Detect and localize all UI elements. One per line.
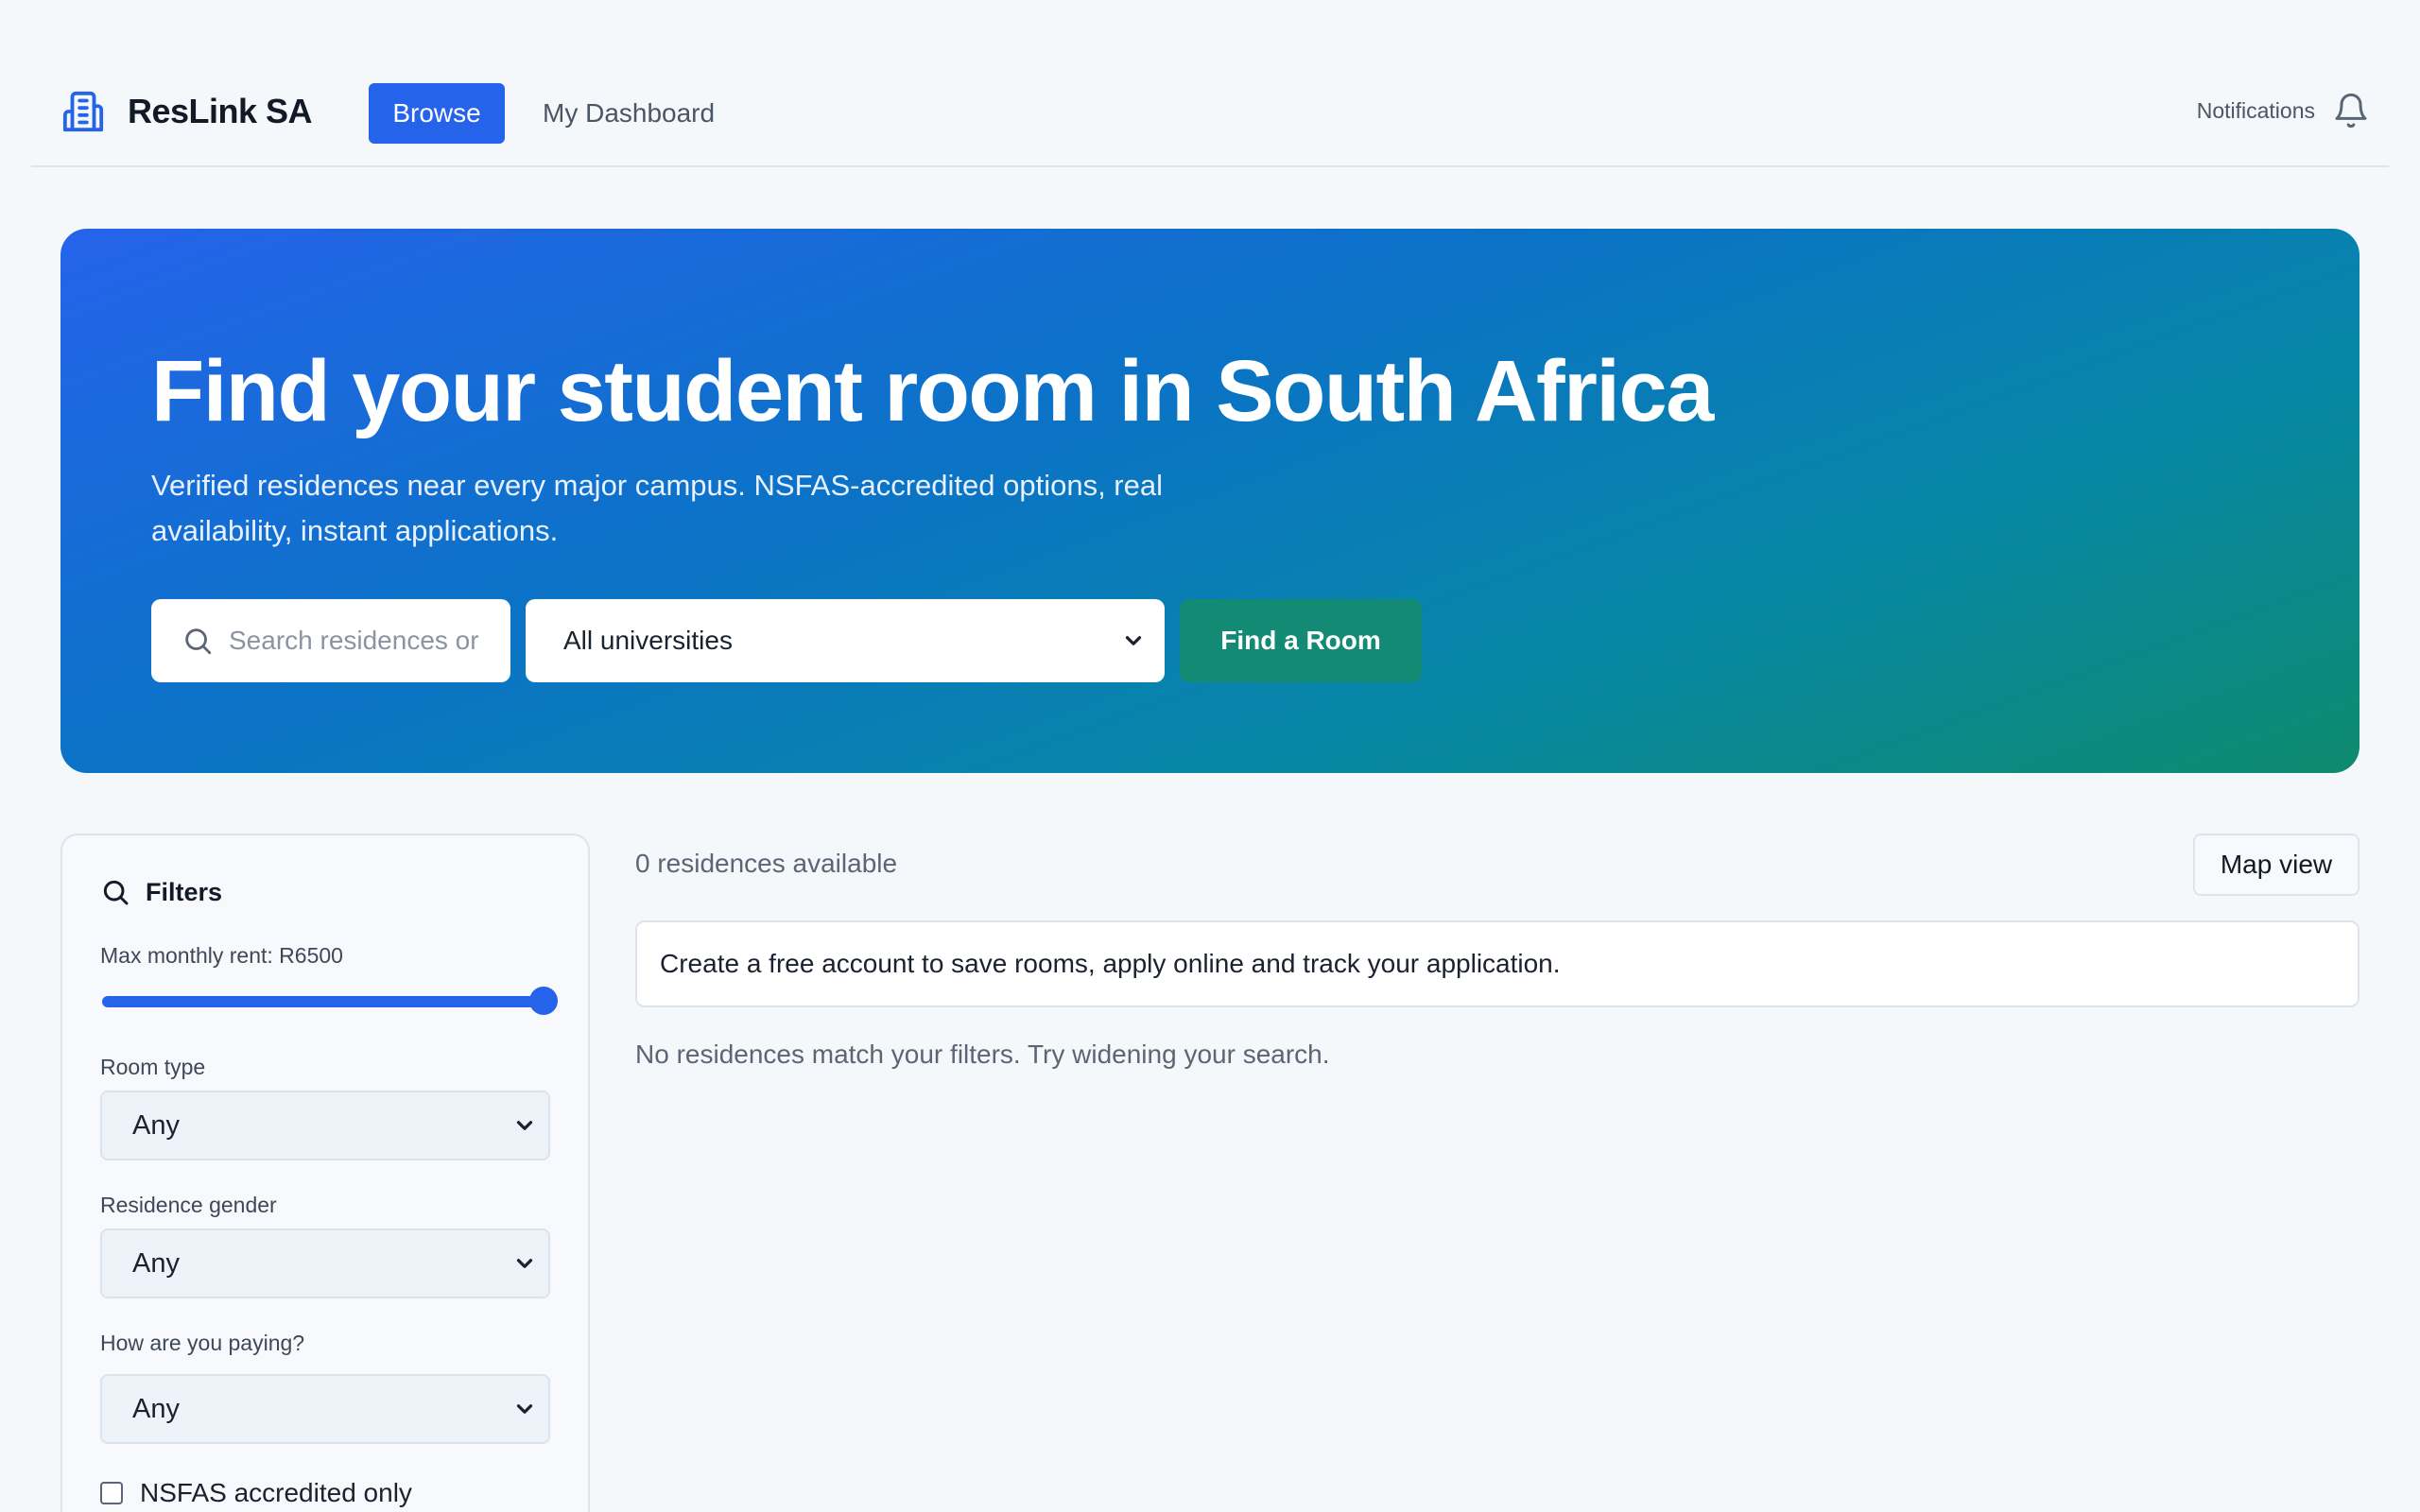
- brand-name: ResLink SA: [128, 92, 313, 130]
- empty-results-message: No residences match your filters. Try wi…: [635, 1040, 1330, 1069]
- payment-label: How are you paying?: [100, 1331, 305, 1355]
- nav-dashboard-link[interactable]: My Dashboard: [533, 83, 724, 144]
- gender-select[interactable]: Any: [100, 1228, 550, 1298]
- results-count: 0 residences available: [635, 849, 898, 878]
- find-room-button[interactable]: Find a Room: [1180, 599, 1422, 682]
- notifications-button[interactable]: Notifications: [2197, 91, 2370, 130]
- filters-title: Filters: [146, 877, 223, 906]
- chevron-down-icon: [1125, 636, 1142, 645]
- gender-label: Residence gender: [100, 1193, 277, 1217]
- hero-title: Find your student room in South Africa: [151, 343, 1714, 439]
- chevron-down-icon: [516, 1404, 533, 1414]
- nsfas-checkbox[interactable]: [100, 1482, 123, 1504]
- filters-header: Filters: [100, 877, 222, 907]
- search-input[interactable]: [229, 626, 484, 656]
- hero-banner: Find your student room in South Africa V…: [60, 229, 2360, 773]
- slider-handle[interactable]: [529, 987, 558, 1015]
- search-icon: [103, 880, 129, 905]
- room-type-value: Any: [132, 1109, 180, 1141]
- slider-track: [102, 996, 552, 1007]
- nav-browse-button[interactable]: Browse: [369, 83, 505, 144]
- chevron-down-icon: [516, 1259, 533, 1268]
- payment-value: Any: [132, 1393, 180, 1424]
- filters-panel: Filters Max monthly rent: R6500 Room typ…: [60, 833, 590, 1512]
- hero-subtitle: Verified residences near every major cam…: [151, 469, 1163, 547]
- nsfas-checkbox-label: NSFAS accredited only: [140, 1478, 412, 1507]
- signup-notice-text: Create a free account to save rooms, app…: [660, 949, 1561, 978]
- building-icon: [62, 91, 104, 132]
- notifications-label: Notifications: [2196, 97, 2315, 123]
- university-select-value: All universities: [563, 626, 733, 655]
- nsfas-checkbox-row[interactable]: NSFAS accredited only: [100, 1478, 412, 1508]
- map-view-button[interactable]: Map view: [2193, 833, 2360, 896]
- gender-value: Any: [132, 1247, 180, 1279]
- room-type-select[interactable]: Any: [100, 1091, 550, 1160]
- room-type-label: Room type: [100, 1055, 206, 1079]
- chevron-down-icon: [516, 1121, 533, 1130]
- top-nav-bar: ResLink SA Browse My Dashboard Notificat…: [31, 0, 2389, 167]
- university-select[interactable]: All universities: [526, 599, 1165, 682]
- search-field[interactable]: [151, 599, 510, 682]
- max-rent-slider[interactable]: [102, 987, 558, 1015]
- search-icon: [185, 628, 212, 655]
- signup-notice: Create a free account to save rooms, app…: [635, 920, 2360, 1007]
- max-rent-label: Max monthly rent: R6500: [100, 943, 343, 968]
- brand-logo[interactable]: ResLink SA: [61, 90, 313, 133]
- payment-select[interactable]: Any: [100, 1374, 550, 1444]
- bell-icon: [2335, 93, 2367, 129]
